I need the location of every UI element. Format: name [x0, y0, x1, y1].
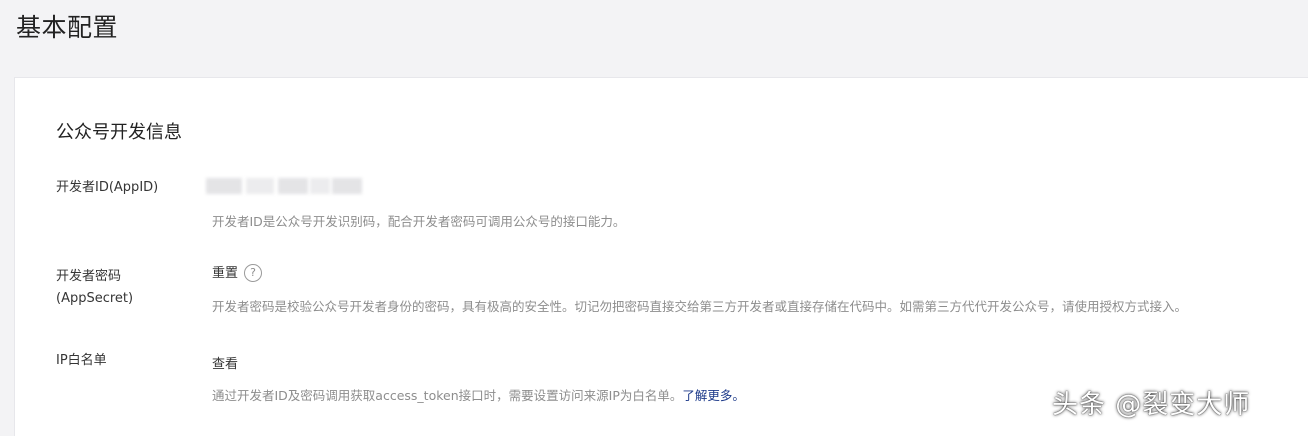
ip-whitelist-label: IP白名单 — [56, 353, 107, 368]
developer-info-panel: 公众号开发信息 开发者ID(AppID) 开发者ID是公众号开发识别码，配合开发… — [14, 77, 1308, 436]
appsecret-label-line1: 开发者密码 — [56, 269, 122, 284]
view-whitelist-button[interactable]: 查看 — [212, 353, 238, 372]
section-title: 公众号开发信息 — [56, 122, 182, 143]
learn-more-link[interactable]: 了解更多。 — [682, 388, 745, 403]
question-circle-icon[interactable]: ? — [244, 263, 263, 282]
appsecret-label-line2: (AppSecret) — [56, 291, 134, 306]
ip-whitelist-description: 通过开发者ID及密码调用获取access_token接口时，需要设置访问来源IP… — [212, 385, 745, 404]
page-title: 基本配置 — [16, 13, 119, 42]
appid-value-redacted — [206, 178, 362, 194]
watermark: 头条 @裂变大师 — [1052, 390, 1251, 420]
appsecret-description: 开发者密码是校验公众号开发者身份的密码，具有极高的安全性。切记勿把密码直接交给第… — [212, 299, 1188, 314]
appid-description: 开发者ID是公众号开发识别码，配合开发者密码可调用公众号的接口能力。 — [212, 214, 626, 229]
reset-secret-button[interactable]: 重置 — [212, 266, 238, 281]
appid-label: 开发者ID(AppID) — [56, 180, 159, 195]
ip-whitelist-description-text: 通过开发者ID及密码调用获取access_token接口时，需要设置访问来源IP… — [212, 388, 683, 403]
appsecret-actions: 重置? — [212, 262, 263, 283]
